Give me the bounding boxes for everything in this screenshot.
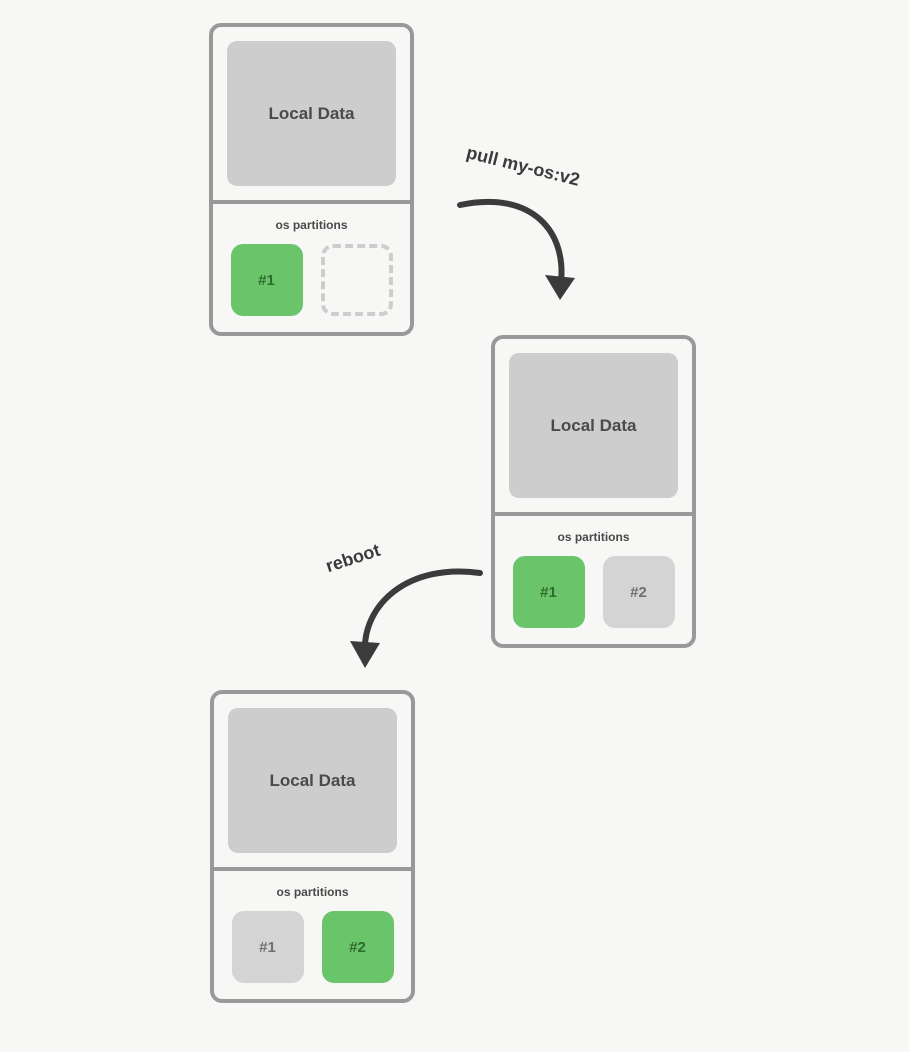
arrow-label-pull: pull my-os:v2 — [464, 142, 582, 190]
partition-row: #1 #2 — [214, 911, 411, 999]
partitions-label: os partitions — [495, 530, 692, 544]
state-box-3: Local Data os partitions #1 #2 — [210, 690, 415, 1003]
partition-row: #1 #2 — [495, 556, 692, 644]
arrow-icon-2 — [330, 563, 490, 683]
partition-1-inactive: #1 — [232, 911, 304, 983]
partition-row: #1 — [213, 244, 410, 332]
partition-2-empty — [321, 244, 393, 316]
partition-1-active: #1 — [513, 556, 585, 628]
state-box-2: Local Data os partitions #1 #2 — [491, 335, 696, 648]
arrow-icon-1 — [450, 190, 600, 320]
partitions-label: os partitions — [214, 885, 411, 899]
partition-2-inactive: #2 — [603, 556, 675, 628]
divider — [213, 200, 410, 204]
partitions-label: os partitions — [213, 218, 410, 232]
divider — [214, 867, 411, 871]
partition-2-active: #2 — [322, 911, 394, 983]
partition-1-active: #1 — [231, 244, 303, 316]
state-box-1: Local Data os partitions #1 — [209, 23, 414, 336]
local-data-block: Local Data — [228, 708, 397, 853]
divider — [495, 512, 692, 516]
local-data-block: Local Data — [227, 41, 396, 186]
local-data-block: Local Data — [509, 353, 678, 498]
